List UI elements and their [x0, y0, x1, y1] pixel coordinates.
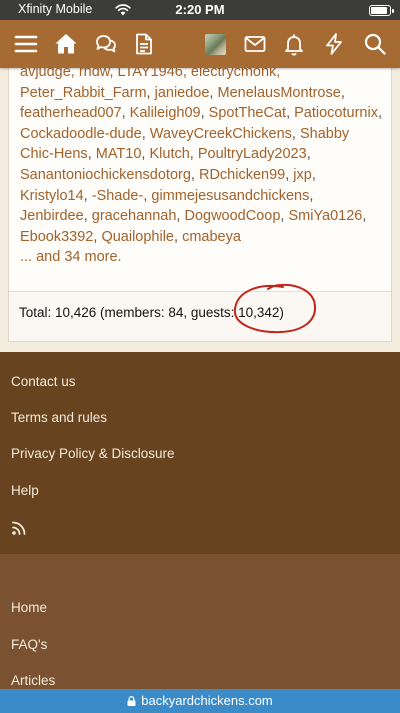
member-link[interactable]: Ebook3392	[20, 229, 93, 245]
member-link[interactable]: Jenbirdee	[20, 208, 84, 224]
online-members-panel: avjudge, rhdw, LTAY1946, electrycmonk, P…	[8, 28, 392, 342]
member-link[interactable]: featherhead007	[20, 105, 122, 121]
avatar[interactable]	[205, 34, 226, 55]
footer-nav-articles[interactable]: Articles	[11, 673, 55, 688]
totals-suffix: )	[279, 305, 284, 320]
search-icon[interactable]	[363, 32, 387, 56]
member-link[interactable]: Kalileigh09	[130, 105, 201, 121]
member-link[interactable]: Patiocoturnix	[294, 105, 378, 121]
member-link[interactable]: DogwoodCoop	[184, 208, 280, 224]
clock: 2:20 PM	[175, 2, 225, 17]
member-link[interactable]: jxp	[293, 167, 312, 183]
member-link[interactable]: MAT10	[96, 146, 142, 162]
member-link[interactable]: PoultryLady2023	[198, 146, 307, 162]
member-separator: ,	[87, 146, 96, 163]
member-link[interactable]: Sanantoniochickensdotorg	[20, 167, 191, 183]
footer-link-contact[interactable]: Contact us	[11, 374, 76, 389]
member-separator: ,	[200, 105, 209, 122]
totals-prefix: Total: 10,426 (members: 84, guests:	[19, 305, 239, 320]
member-separator: ,	[83, 208, 92, 225]
lock-icon	[127, 696, 136, 706]
footer-nav-home[interactable]: Home	[11, 600, 47, 615]
member-link[interactable]: -Shade-	[92, 188, 144, 204]
battery-level	[371, 7, 387, 14]
member-separator: ,	[362, 208, 367, 225]
member-separator: ,	[146, 84, 155, 101]
footer-link-privacy[interactable]: Privacy Policy & Disclosure	[11, 446, 175, 461]
member-link[interactable]: SpotTheCat	[209, 105, 286, 121]
footer-links-section: Contact us Terms and rules Privacy Polic…	[0, 352, 400, 554]
member-link[interactable]: Kristylo14	[20, 188, 84, 204]
battery-icon	[369, 5, 394, 16]
member-separator: ,	[83, 187, 92, 204]
member-link[interactable]: Klutch	[149, 146, 189, 162]
member-link[interactable]: cmabeya	[182, 229, 241, 245]
browser-url-bar[interactable]: backyardchickens.com	[0, 689, 400, 713]
envelope-icon[interactable]	[243, 32, 267, 56]
top-nav-bar	[0, 20, 400, 68]
member-link[interactable]: gracehannah	[92, 208, 177, 224]
page: avjudge, rhdw, LTAY1946, electrycmonk, P…	[0, 0, 400, 713]
member-separator: ,	[189, 146, 198, 163]
bell-icon[interactable]	[282, 32, 306, 56]
home-icon[interactable]	[54, 32, 78, 56]
rss-icon[interactable]	[11, 519, 28, 536]
member-link[interactable]: SmiYa0126	[288, 208, 362, 224]
member-separator: ,	[311, 166, 316, 183]
member-link[interactable]: WaveyCreekChickens	[150, 126, 292, 142]
member-separator: ,	[121, 105, 130, 122]
member-link[interactable]: Cockadoodle-dude	[20, 126, 142, 142]
member-separator: ,	[306, 146, 311, 163]
member-separator: ,	[190, 166, 199, 183]
footer-link-help[interactable]: Help	[11, 483, 39, 498]
member-link[interactable]: MenelausMontrose	[217, 85, 340, 101]
member-link[interactable]: Quailophile	[101, 229, 174, 245]
document-icon[interactable]	[132, 32, 156, 56]
chat-bubbles-icon[interactable]	[94, 32, 118, 56]
more-members-link[interactable]: ... and 34 more.	[20, 249, 122, 265]
member-separator: ,	[340, 84, 345, 101]
footer-link-terms[interactable]: Terms and rules	[11, 410, 107, 425]
lightning-icon[interactable]	[322, 32, 346, 56]
member-separator: ,	[174, 228, 183, 245]
footer-nav-faqs[interactable]: FAQ's	[11, 637, 47, 652]
status-bar: Xfinity Mobile 2:20 PM	[0, 0, 400, 20]
online-totals: Total: 10,426 (members: 84, guests: 10,3…	[9, 291, 391, 341]
menu-icon[interactable]	[14, 32, 38, 56]
member-separator: ,	[309, 187, 314, 204]
member-separator: ,	[291, 125, 300, 142]
member-link[interactable]: gimmejesusandchickens	[151, 188, 309, 204]
member-link[interactable]: RDchicken99	[199, 167, 285, 183]
member-separator: ,	[377, 105, 382, 122]
member-separator: ,	[286, 105, 295, 122]
url-domain: backyardchickens.com	[141, 693, 273, 708]
member-link[interactable]: Peter_Rabbit_Farm	[20, 85, 147, 101]
guests-count: 10,342	[238, 305, 280, 320]
member-link[interactable]: janiedoe	[155, 85, 210, 101]
member-list: avjudge, rhdw, LTAY1946, electrycmonk, P…	[20, 62, 385, 268]
member-separator: ,	[141, 125, 150, 142]
